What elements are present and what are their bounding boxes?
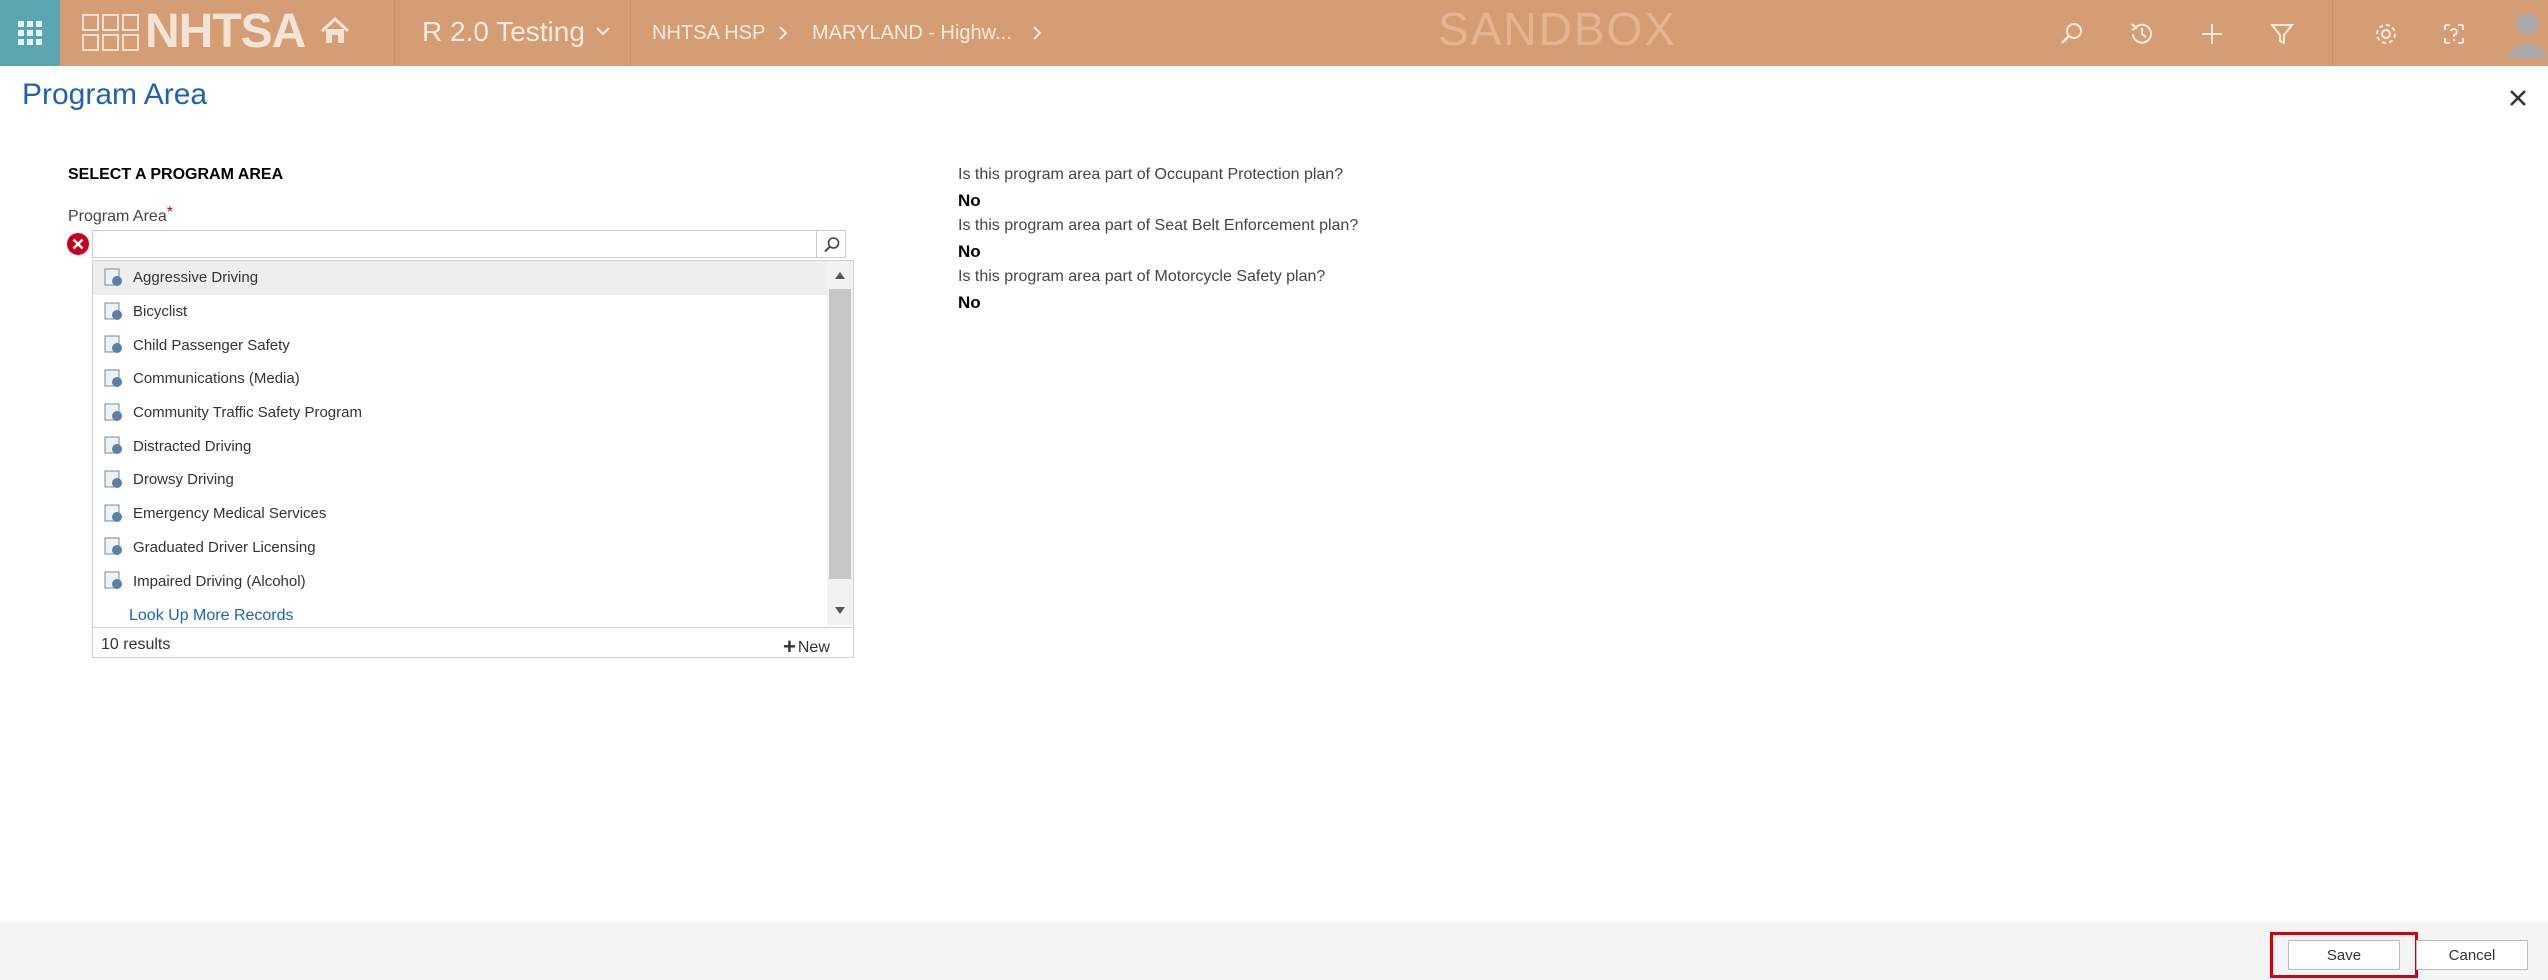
home-icon[interactable] <box>318 14 352 48</box>
program-area-label-text: Program Area <box>68 208 167 225</box>
dropdown-item-distracted-driving[interactable]: Distracted Driving <box>93 429 827 463</box>
top-navigation-bar: NHTSA R 2.0 Testing NHTSA HSP MARYLAND -… <box>0 0 2548 66</box>
dropdown-item-emergency-medical-services[interactable]: Emergency Medical Services <box>93 497 827 531</box>
scrollbar-thumb[interactable] <box>829 289 851 579</box>
close-icon[interactable] <box>2506 86 2530 110</box>
dropdown-item-label: Impaired Driving (Alcohol) <box>133 572 306 590</box>
dropdown-item-aggressive-driving[interactable]: Aggressive Driving <box>93 261 827 295</box>
record-icon <box>104 302 122 320</box>
dropdown-footer: 10 results + New <box>93 627 853 659</box>
dropdown-item-child-passenger-safety[interactable]: Child Passenger Safety <box>93 328 827 362</box>
record-icon <box>104 504 122 522</box>
question-seat-belt-enforcement: Is this program area part of Seat Belt E… <box>958 217 1359 234</box>
answer-motorcycle-safety: No <box>958 293 981 312</box>
required-marker: * <box>166 204 173 221</box>
answer-occupant-protection: No <box>958 191 981 210</box>
results-count: 10 results <box>101 636 171 653</box>
new-record-button[interactable]: + New <box>783 632 830 659</box>
history-icon[interactable] <box>2128 20 2156 48</box>
dropdown-item-label: Distracted Driving <box>133 437 252 455</box>
dropdown-item-label: Emergency Medical Services <box>133 505 327 523</box>
record-icon <box>104 470 122 488</box>
dropdown-item-bicyclist[interactable]: Bicyclist <box>93 295 827 329</box>
section-title: SELECT A PROGRAM AREA <box>68 166 284 183</box>
lookup-search-button[interactable] <box>816 230 846 258</box>
chevron-right-icon <box>779 26 788 40</box>
new-record-label: New <box>797 639 830 656</box>
divider <box>394 0 395 66</box>
question-motorcycle-safety: Is this program area part of Motorcycle … <box>958 268 1326 285</box>
dropdown-item-label: Community Traffic Safety Program <box>133 404 362 422</box>
breadcrumb-maryland[interactable]: MARYLAND - Highw... <box>812 22 1012 45</box>
app-launcher-button[interactable] <box>0 0 60 66</box>
dropdown-item-label: Bicyclist <box>133 303 188 321</box>
dialog-footer <box>0 922 2548 980</box>
logo-text: NHTSA <box>145 5 306 58</box>
logo-tiles-icon <box>82 13 139 51</box>
filter-icon[interactable] <box>2268 20 2296 48</box>
help-icon[interactable] <box>2440 20 2468 48</box>
dropdown-item-graduated-driver-licensing[interactable]: Graduated Driver Licensing <box>93 531 827 565</box>
error-icon <box>67 233 89 255</box>
search-icon <box>824 237 840 253</box>
dropdown-item-communications-media[interactable]: Communications (Media) <box>93 362 827 396</box>
chevron-down-icon[interactable] <box>594 22 612 40</box>
dropdown-item-label: Child Passenger Safety <box>133 336 290 354</box>
divider <box>630 0 631 66</box>
look-up-more-records-link[interactable]: Look Up More Records <box>129 607 294 625</box>
gear-icon[interactable] <box>2372 20 2400 48</box>
scroll-down-arrow-icon[interactable] <box>833 605 847 617</box>
dropdown-list: Aggressive Driving Bicyclist Child Passe… <box>93 261 827 598</box>
dropdown-item-label: Communications (Media) <box>133 370 300 388</box>
dropdown-item-community-traffic-safety-program[interactable]: Community Traffic Safety Program <box>93 396 827 430</box>
dropdown-item-drowsy-driving[interactable]: Drowsy Driving <box>93 463 827 497</box>
record-icon <box>104 537 122 556</box>
program-area-lookup-input[interactable] <box>92 230 816 258</box>
plus-icon: + <box>783 634 796 659</box>
plus-icon[interactable] <box>2198 20 2226 48</box>
divider <box>2332 0 2333 66</box>
grid-icon <box>18 21 42 45</box>
scroll-up-arrow-icon[interactable] <box>833 269 847 281</box>
program-area-dropdown: Aggressive Driving Bicyclist Child Passe… <box>92 260 854 659</box>
record-icon <box>104 403 122 421</box>
record-icon <box>104 335 122 354</box>
dropdown-item-label: Aggressive Driving <box>133 269 259 287</box>
nhtsa-logo[interactable]: NHTSA <box>82 4 308 60</box>
record-icon <box>104 369 122 387</box>
dropdown-item-label: Drowsy Driving <box>133 471 234 489</box>
save-button[interactable]: Save <box>2288 940 2400 970</box>
question-occupant-protection: Is this program area part of Occupant Pr… <box>958 166 1344 183</box>
dropdown-item-impaired-driving-alcohol[interactable]: Impaired Driving (Alcohol) <box>93 564 827 598</box>
dropdown-item-label: Graduated Driver Licensing <box>133 538 316 556</box>
app-title[interactable]: R 2.0 Testing <box>422 16 585 48</box>
dropdown-scrollbar[interactable] <box>827 261 853 625</box>
program-area-label: Program Area* <box>68 204 173 226</box>
chevron-right-icon[interactable] <box>1030 24 1044 42</box>
answer-seat-belt-enforcement: No <box>958 242 981 261</box>
record-icon <box>104 571 122 590</box>
environment-watermark: SANDBOX <box>1438 3 1677 55</box>
breadcrumb-nhtsa-hsp[interactable]: NHTSA HSP <box>652 22 765 45</box>
record-icon <box>104 268 122 286</box>
search-icon[interactable] <box>2058 20 2086 48</box>
user-avatar-icon[interactable] <box>2506 8 2548 58</box>
page-title: Program Area <box>22 78 208 111</box>
record-icon <box>104 436 122 455</box>
cancel-button[interactable]: Cancel <box>2416 940 2528 970</box>
